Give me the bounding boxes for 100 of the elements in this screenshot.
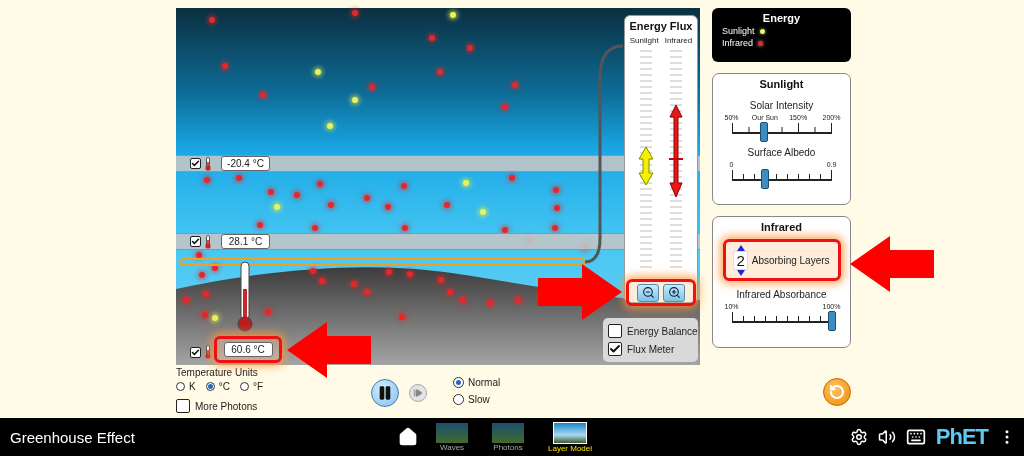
legend-label: Infrared [722,38,754,48]
photon-icon [265,309,271,315]
checkbox-label: Flux Meter [627,343,675,355]
radio-button[interactable] [453,377,464,388]
checkbox-label: Energy Balance [627,325,698,337]
photon-icon [463,180,469,186]
checkbox-label: More Photons [195,400,258,412]
photon-icon [222,63,228,69]
thumbnail-picture [553,421,587,444]
panel-title: Infrared [761,221,802,233]
temperature-readout: 28.1 °C [221,234,270,249]
thermometer-icon [205,345,211,359]
photon-icon [257,222,263,228]
slider-label: Surface Albedo [747,147,816,158]
temperature-readout: -20.4 °C [221,156,270,171]
zoom-out-icon [641,286,655,299]
photon-icon [444,202,450,208]
column-label: Infrared [664,36,693,45]
photon-icon [209,17,215,23]
slider-thumb[interactable] [827,311,836,331]
flux-meter-title: Energy Flux [629,20,693,32]
slider-thumb[interactable] [759,122,768,142]
radio-label: Normal [468,377,501,388]
photon-icon [512,82,518,88]
radio-button[interactable] [176,382,185,391]
photon-icon [260,92,266,98]
screen-tab[interactable]: Photons [492,422,524,452]
thermometer-icon [205,234,211,249]
photon-icon [236,175,242,181]
app-title: Greenhouse Effect [9,428,136,446]
increase-arrow-icon[interactable] [736,244,745,251]
photon-icon [294,192,300,198]
photon-icon [515,297,521,303]
slider-thumb[interactable] [760,169,769,189]
layers-label: Absorbing Layers [751,254,830,266]
photon-icon [199,272,205,278]
photon-icon [402,225,408,231]
panel-title: Sunlight [759,78,804,90]
photon-icon [369,84,375,90]
pause-button[interactable] [371,379,399,407]
radio-button[interactable] [453,394,464,405]
photon-icon [196,252,202,258]
screen-tab[interactable]: Waves [436,422,468,452]
checkbox[interactable] [190,158,201,169]
photon-icon [317,181,323,187]
decrease-arrow-icon[interactable] [736,269,745,276]
photon-icon [399,314,405,320]
photon-icon [352,10,358,16]
radio-button[interactable] [205,382,215,391]
reset-icon [829,384,845,400]
step-button[interactable] [409,384,427,402]
radio-label: Slow [468,394,490,405]
photon-icon [487,300,493,306]
checkbox[interactable] [190,236,201,247]
photon-icon [328,202,334,208]
photon-icon [502,104,508,110]
photon-icon [386,269,392,275]
radio-label: °C [218,381,230,392]
photon-icon [315,69,321,75]
photon-icon [460,297,466,303]
logo[interactable]: PhET [935,424,988,450]
photon-icon [553,187,559,193]
home-button[interactable] [398,427,418,447]
checkbox[interactable] [608,324,622,338]
photon-icon [480,209,486,215]
speaker-icon[interactable] [877,428,896,446]
photon-icon [437,69,443,75]
checkbox[interactable] [176,399,190,413]
photon-icon [351,281,357,287]
radio-label: K [189,381,196,392]
photon-icon [327,123,333,129]
thumbnail-picture [436,422,468,443]
photon-icon [204,177,210,183]
photon-icon [429,35,435,41]
legend-title: Energy [761,12,802,24]
photon-icon [385,204,391,210]
home-icon [398,427,418,447]
photon-icon [352,97,358,103]
screen-tab[interactable]: Layer Model [548,421,593,453]
photon-icon [183,297,189,303]
photon-icon [467,45,473,51]
keyboard-icon[interactable] [905,427,926,447]
thermometer-icon [236,261,254,333]
photon-icon [450,12,456,18]
zoom-in-icon [667,286,681,299]
photon-icon [274,204,280,210]
photon-icon [552,225,558,231]
units-label: Temperature Units [176,367,259,378]
photon-icon [509,175,515,181]
photon-icon [268,189,274,195]
photon-icon [364,289,370,295]
layer-count: 2 [733,250,748,270]
reset-button[interactable] [823,378,851,406]
photon-icon [401,183,407,189]
thumbnail-picture [492,422,524,443]
checkbox[interactable] [190,346,201,358]
radio-button[interactable] [239,382,249,391]
settings-icon[interactable] [849,428,868,446]
checkbox[interactable] [608,342,622,356]
photon-icon [554,205,560,211]
